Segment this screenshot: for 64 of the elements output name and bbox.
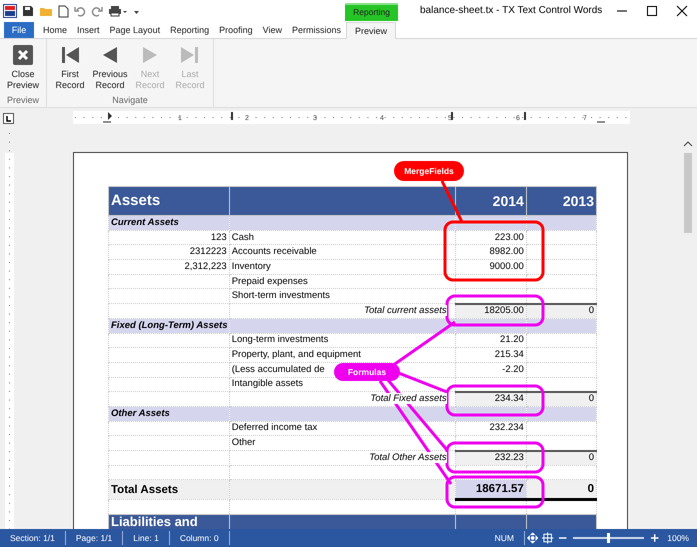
callout-label: MergeFields <box>394 161 464 181</box>
total-value: 234.34 <box>494 394 524 404</box>
table-cell: (Less accumulated de <box>232 364 325 375</box>
column-heading: 2014 <box>492 193 524 209</box>
group-label: Navigate <box>111 95 149 107</box>
table-cell: Intangible assets <box>232 378 303 390</box>
ribbon-tab[interactable]: Proofing <box>214 22 258 38</box>
total-value: 18205.00 <box>484 306 524 316</box>
total-value: 0 <box>588 306 594 316</box>
total-value: 0 <box>588 483 594 496</box>
status-field: Page: 1/1 <box>66 531 124 545</box>
file-tab[interactable]: File <box>4 22 34 38</box>
table-cell: 215.34 <box>494 349 524 360</box>
contextual-tab-label: Reporting <box>345 3 398 21</box>
table-cell: Inventory <box>232 260 271 272</box>
table-cell: 9000.00 <box>489 260 524 272</box>
section-heading: Fixed (Long-Term) Assets <box>111 320 228 331</box>
table-cell: Other <box>232 437 256 448</box>
window-title: balance-sheet.tx - TX Text Control Words <box>420 5 602 16</box>
table-cell: 8982.00 <box>489 246 524 258</box>
table-heading: Assets <box>111 192 160 209</box>
column-heading: 2013 <box>562 193 594 209</box>
table-cell: 2312223 <box>190 246 227 258</box>
total-label: Total Assets <box>111 484 178 496</box>
table-cell: -2.20 <box>502 364 524 375</box>
ribbon-tab[interactable]: View <box>258 22 287 38</box>
table-cell: Long-term investments <box>232 334 328 346</box>
table-cell: Cash <box>232 232 254 243</box>
ribbon-tab[interactable]: Reporting <box>165 22 214 38</box>
ribbon-button[interactable]: Close Preview <box>4 43 42 95</box>
ribbon-tab[interactable]: Home <box>38 22 72 38</box>
total-value: 232.23 <box>494 452 524 464</box>
total-value: 0 <box>588 394 594 404</box>
zoom-level: 100% <box>666 533 690 543</box>
ribbon-tab[interactable]: Preview <box>346 22 396 39</box>
table-cell: 223.00 <box>494 232 524 243</box>
total-label: Total current assets <box>364 304 447 316</box>
group-label: Preview <box>6 95 40 107</box>
ribbon-tab[interactable]: Permissions <box>287 22 346 38</box>
section-heading: Current Assets <box>111 216 179 228</box>
status-indicator: NUM <box>484 531 525 545</box>
ribbon-tab[interactable]: Insert <box>72 22 105 38</box>
table-cell: 21.20 <box>500 334 524 346</box>
ribbon-button[interactable]: First Record <box>51 43 89 95</box>
table-cell: Accounts receivable <box>232 246 317 258</box>
section-heading: Other Assets <box>111 408 170 419</box>
table-cell: 123 <box>210 232 227 243</box>
table-cell: Deferred income tax <box>232 422 318 434</box>
total-label: Total Other Assets <box>369 452 447 463</box>
table-cell: 232.234 <box>489 422 524 434</box>
status-field: Line: 1 <box>123 531 170 545</box>
total-value: 18671.57 <box>476 483 524 496</box>
table-cell: Short-term investments <box>232 290 330 302</box>
total-label: Total Fixed assets <box>370 393 447 404</box>
status-field: Section: 1/1 <box>0 531 66 545</box>
table-cell: Property, plant, and equipment <box>232 349 361 360</box>
table-cell: 2,312,223 <box>184 260 227 272</box>
status-field: Column: 0 <box>170 531 230 545</box>
ribbon-tab[interactable]: Page Layout <box>104 22 166 38</box>
total-value: 0 <box>588 452 594 464</box>
ribbon-button[interactable]: Previous Record <box>91 43 129 95</box>
callout-label: Formulas <box>334 363 400 381</box>
table-heading: Liabilities and <box>111 516 198 529</box>
table-cell: Prepaid expenses <box>232 276 308 287</box>
